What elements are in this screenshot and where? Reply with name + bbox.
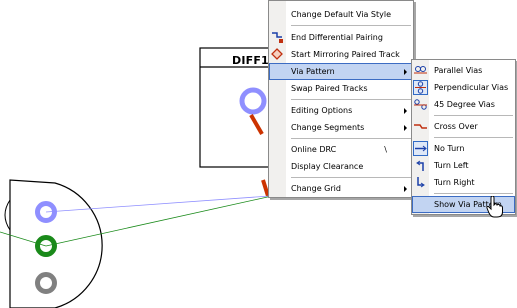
mirror-track-icon bbox=[270, 47, 285, 62]
ratsnest-line-green bbox=[45, 195, 273, 247]
menu-item-change-default-via-style[interactable]: Change Default Via Style bbox=[269, 6, 413, 23]
menu-separator bbox=[291, 138, 411, 139]
menu-item-label: Change Segments bbox=[291, 123, 365, 132]
menu-item-label: Parallel Vias bbox=[434, 66, 483, 75]
menu-item-label: Turn Right bbox=[434, 178, 475, 187]
menu-separator bbox=[434, 137, 513, 138]
cross-over-icon bbox=[413, 119, 428, 134]
menu-separator bbox=[291, 99, 411, 100]
menu-item-label: Start Mirroring Paired Track bbox=[291, 50, 400, 59]
menu-separator bbox=[434, 115, 513, 116]
menu-separator bbox=[434, 193, 513, 194]
turn-right-icon bbox=[413, 175, 428, 190]
submenu-arrow-icon bbox=[404, 108, 407, 114]
menu-item-label: Change Grid bbox=[291, 184, 341, 193]
submenu-arrow-icon bbox=[404, 125, 407, 131]
via-pattern-submenu: Parallel Vias Perpendicular Vias 45 Degr… bbox=[411, 59, 516, 215]
submenu-item-no-turn[interactable]: No Turn bbox=[412, 140, 515, 157]
menu-item-change-grid[interactable]: Change Grid bbox=[269, 180, 413, 197]
menu-item-online-drc[interactable]: Online DRC \ bbox=[269, 141, 413, 158]
menu-separator bbox=[291, 25, 411, 26]
menu-item-label: No Turn bbox=[434, 144, 465, 153]
45-degree-vias-icon bbox=[413, 97, 428, 112]
menu-item-end-differential-pairing[interactable]: End Differential Pairing bbox=[269, 29, 413, 46]
hand-cursor-icon bbox=[486, 196, 503, 218]
menu-item-label: Editing Options bbox=[291, 106, 353, 115]
menu-item-label: Swap Paired Tracks bbox=[291, 84, 368, 93]
connector-arc bbox=[4, 199, 11, 231]
menu-item-label: Online DRC bbox=[291, 145, 337, 154]
submenu-arrow-icon bbox=[404, 69, 407, 75]
menu-item-label: Via Pattern bbox=[291, 67, 335, 76]
component-via bbox=[239, 87, 267, 115]
menu-item-via-pattern[interactable]: Via Pattern bbox=[269, 63, 413, 80]
menu-separator bbox=[291, 177, 411, 178]
submenu-arrow-icon bbox=[404, 186, 407, 192]
submenu-item-turn-left[interactable]: Turn Left bbox=[412, 157, 515, 174]
perpendicular-vias-icon bbox=[413, 80, 428, 95]
context-menu: Change Default Via Style End Differentia… bbox=[268, 0, 414, 198]
turn-left-icon bbox=[413, 158, 428, 173]
menu-item-label: End Differential Pairing bbox=[291, 33, 383, 42]
connector-pad-gray[interactable] bbox=[35, 272, 57, 294]
track-segment bbox=[249, 113, 264, 136]
menu-item-label: Turn Left bbox=[434, 161, 469, 170]
submenu-item-parallel-vias[interactable]: Parallel Vias bbox=[412, 62, 515, 79]
menu-item-swap-paired-tracks[interactable]: Swap Paired Tracks bbox=[269, 80, 413, 97]
menu-item-label: Perpendicular Vias bbox=[434, 83, 509, 92]
menu-item-label: Change Default Via Style bbox=[291, 10, 392, 19]
menu-item-start-mirroring-paired-track[interactable]: Start Mirroring Paired Track bbox=[269, 46, 413, 63]
menu-item-editing-options[interactable]: Editing Options bbox=[269, 102, 413, 119]
submenu-item-45-degree-vias[interactable]: 45 Degree Vias bbox=[412, 96, 515, 113]
end-diff-pair-icon bbox=[270, 30, 285, 45]
menu-item-label: Cross Over bbox=[434, 122, 478, 131]
menu-item-label: Display Clearance bbox=[291, 162, 364, 171]
menu-item-label: 45 Degree Vias bbox=[434, 100, 495, 109]
submenu-item-perpendicular-vias[interactable]: Perpendicular Vias bbox=[412, 79, 515, 96]
menu-item-shortcut: \ bbox=[384, 145, 387, 154]
submenu-item-cross-over[interactable]: Cross Over bbox=[412, 118, 515, 135]
menu-item-display-clearance[interactable]: Display Clearance bbox=[269, 158, 413, 175]
submenu-item-turn-right[interactable]: Turn Right bbox=[412, 174, 515, 191]
component-label: DIFF1 bbox=[232, 54, 269, 67]
no-turn-icon bbox=[413, 141, 428, 156]
parallel-vias-icon bbox=[413, 63, 428, 78]
menu-item-change-segments[interactable]: Change Segments bbox=[269, 119, 413, 136]
